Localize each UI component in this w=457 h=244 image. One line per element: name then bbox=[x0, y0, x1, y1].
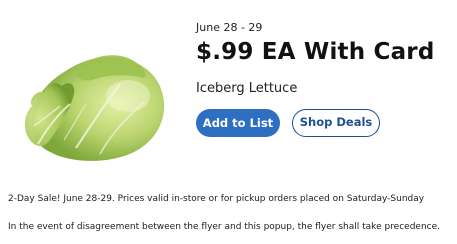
product-name: Iceberg Lettuce bbox=[196, 81, 298, 96]
shop-deals-button[interactable]: Shop Deals bbox=[292, 109, 380, 137]
sale-note: 2-Day Sale! June 28-29. Prices valid in-… bbox=[8, 194, 425, 204]
deal-date-range: June 28 - 29 bbox=[196, 21, 263, 34]
disclaimer-note: In the event of disagreement between the… bbox=[8, 222, 440, 232]
iceberg-lettuce-icon bbox=[24, 55, 165, 161]
lettuce-image bbox=[16, 44, 176, 164]
add-to-list-button[interactable]: Add to List bbox=[196, 109, 280, 137]
deal-price: $.99 EA With Card bbox=[196, 39, 435, 65]
